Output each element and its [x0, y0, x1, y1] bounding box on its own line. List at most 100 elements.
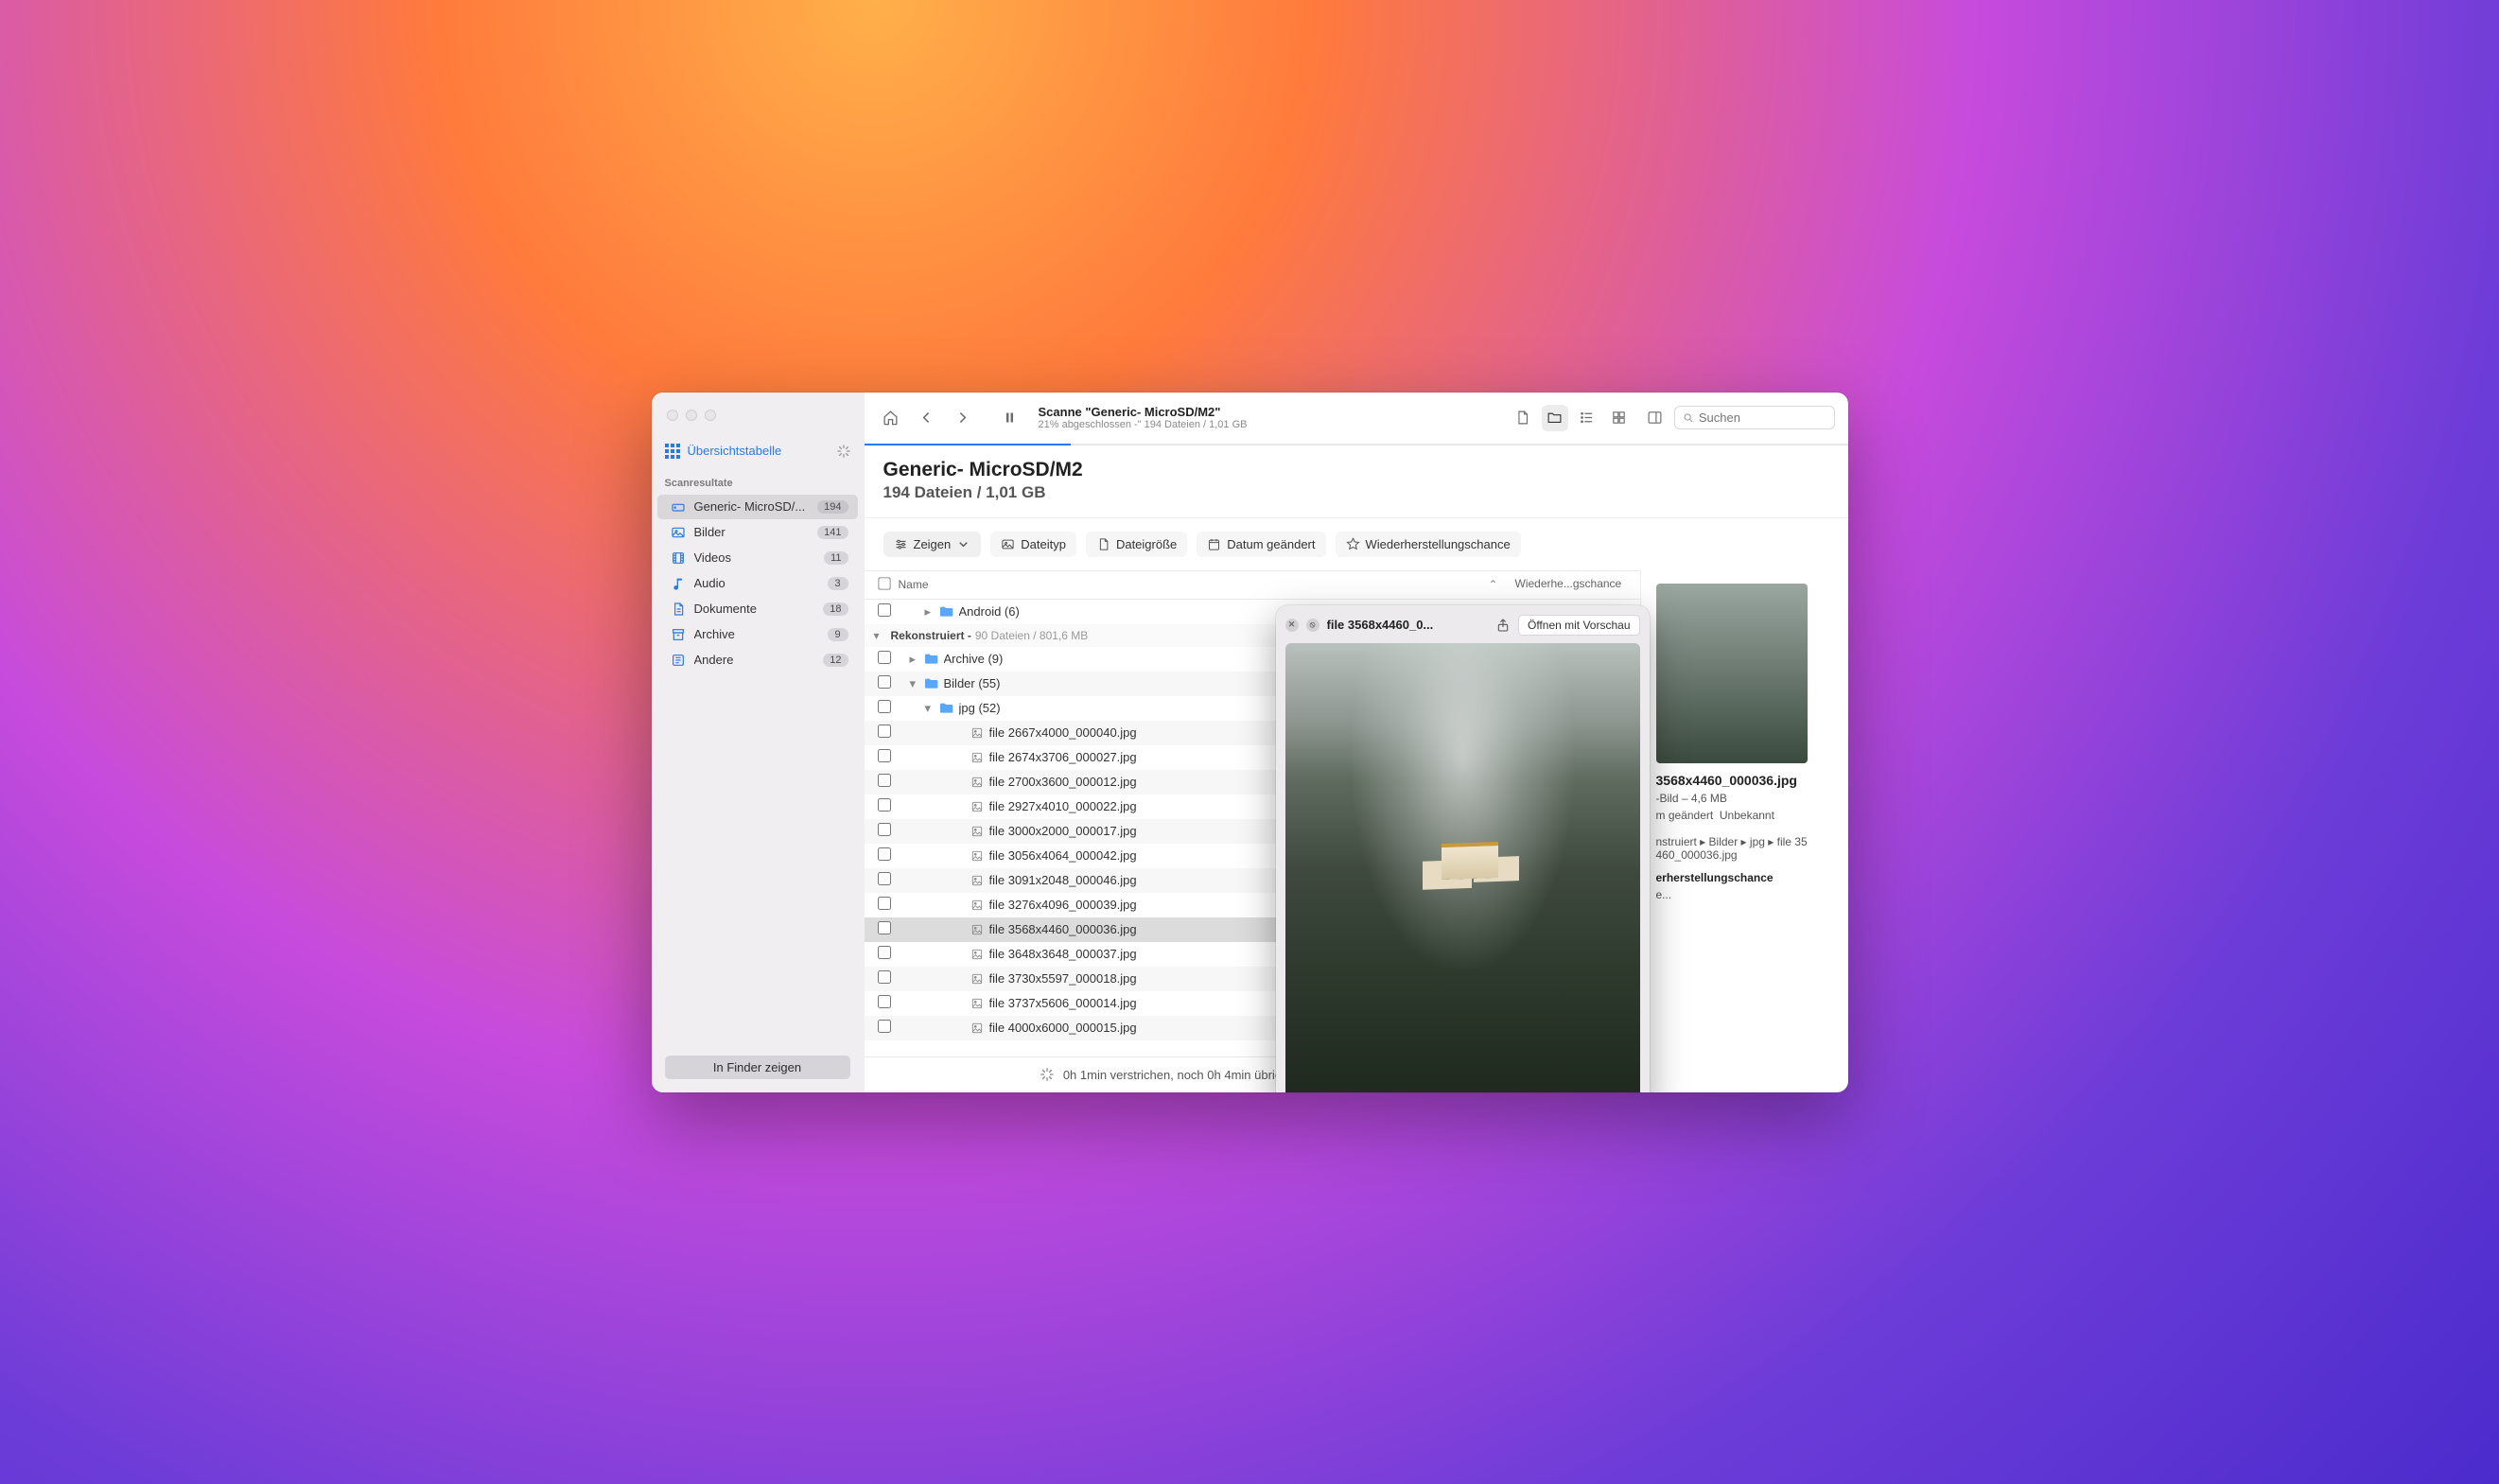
sidebar-item-film[interactable]: Videos11: [657, 546, 858, 570]
quicklook-popover[interactable]: ✕ ⦸ file 3568x4460_0... Öffnen mit Vorsc…: [1276, 605, 1650, 1092]
row-checkbox[interactable]: [878, 700, 891, 713]
star-icon: [1346, 537, 1360, 551]
row-checkbox[interactable]: [878, 823, 891, 836]
disclosure-open-icon[interactable]: ▾: [910, 676, 921, 691]
view-doc-button[interactable]: [1510, 405, 1536, 431]
popover-action-button[interactable]: ⦸: [1306, 619, 1319, 632]
disclosure-open-icon[interactable]: ▾: [925, 701, 936, 716]
filter-chance[interactable]: Wiederherstellungschance: [1336, 532, 1521, 557]
sidebar-item-archive[interactable]: Archive9: [657, 622, 858, 647]
image-file-icon: [970, 874, 984, 887]
row-checkbox[interactable]: [878, 995, 891, 1008]
row-checkbox[interactable]: [878, 603, 891, 617]
row-checkbox[interactable]: [878, 651, 891, 664]
open-with-preview-button[interactable]: Öffnen mit Vorschau: [1518, 615, 1640, 636]
row-checkbox[interactable]: [878, 847, 891, 861]
image-file-icon: [970, 948, 984, 961]
select-all-checkbox[interactable]: [878, 577, 890, 589]
filter-show[interactable]: Zeigen: [883, 532, 982, 557]
drive-icon: [671, 499, 686, 515]
overview-label: Übersichtstabelle: [688, 444, 782, 458]
minimize-window-button[interactable]: [686, 410, 697, 421]
app-window: Übersichtstabelle Scanresultate Generic-…: [652, 393, 1848, 1092]
search-field[interactable]: [1674, 406, 1835, 429]
row-checkbox[interactable]: [878, 946, 891, 959]
column-chance[interactable]: Wiederhe...gschance: [1508, 571, 1640, 599]
row-checkbox[interactable]: [878, 725, 891, 738]
filter-bar: Zeigen Dateityp Dateigröße Datum geänder…: [865, 518, 1848, 570]
sidebar-item-doc[interactable]: Dokumente18: [657, 597, 858, 621]
film-icon: [671, 550, 686, 566]
filter-date[interactable]: Datum geändert: [1197, 532, 1325, 557]
sidebar-item-other[interactable]: Andere 12: [657, 648, 858, 672]
image-file-icon: [970, 825, 984, 838]
show-in-finder-button[interactable]: In Finder zeigen: [665, 1056, 850, 1079]
view-list-button[interactable]: [1574, 405, 1600, 431]
view-folder-button[interactable]: [1542, 405, 1568, 431]
details-panel: 3568x4460_000036.jpg -Bild – 4,6 MB m ge…: [1640, 570, 1848, 1092]
share-icon[interactable]: [1495, 618, 1511, 633]
sidebar-item-drive[interactable]: Generic- MicroSD/...194: [657, 495, 858, 519]
disclosure-open-icon[interactable]: ▾: [874, 629, 885, 642]
doc-icon: [1096, 537, 1110, 551]
row-checkbox[interactable]: [878, 872, 891, 885]
overview-grid-icon: [665, 444, 680, 459]
sliders-icon: [894, 537, 908, 551]
toggle-details-button[interactable]: [1642, 405, 1669, 431]
spinner-icon: [837, 445, 850, 458]
details-thumbnail: [1656, 584, 1808, 763]
row-checkbox[interactable]: [878, 970, 891, 984]
search-input[interactable]: [1699, 410, 1826, 425]
progress-bar: [865, 444, 1848, 445]
row-checkbox[interactable]: [878, 749, 891, 762]
sidebar-item-label: Andere: [694, 653, 815, 667]
disclosure-closed-icon[interactable]: ▸: [925, 604, 936, 620]
search-icon: [1683, 411, 1694, 425]
sidebar-item-label: Archive: [694, 627, 819, 641]
sidebar-section-heading: Scanresultate: [652, 474, 864, 495]
doc-icon: [671, 602, 686, 617]
zoom-window-button[interactable]: [705, 410, 716, 421]
close-popover-button[interactable]: ✕: [1285, 619, 1299, 632]
window-controls: [667, 410, 716, 421]
count-badge: 12: [823, 654, 848, 667]
spinner-icon: [1040, 1068, 1054, 1081]
column-headers: Name⌃ Wiederhe...gschance: [865, 570, 1640, 600]
back-button[interactable]: [914, 405, 940, 431]
pause-button[interactable]: [997, 405, 1023, 431]
sidebar-item-music[interactable]: Audio3: [657, 571, 858, 596]
music-icon: [671, 576, 686, 591]
disclosure-closed-icon[interactable]: ▸: [910, 652, 921, 667]
count-badge: 11: [824, 551, 848, 565]
popover-image: [1285, 643, 1640, 1092]
toolbar-title: Scanne "Generic- MicroSD/M2" 21% abgesch…: [1039, 405, 1248, 430]
sidebar-item-picture[interactable]: Bilder 141: [657, 520, 858, 545]
home-button[interactable]: [878, 405, 904, 431]
picture-icon: [671, 525, 686, 540]
close-window-button[interactable]: [667, 410, 678, 421]
details-chance-header: erherstellungschance: [1656, 871, 1833, 884]
sidebar-item-label: Bilder: [694, 525, 810, 539]
popover-filename: file 3568x4460_0...: [1327, 618, 1488, 632]
sidebar-item-label: Audio: [694, 576, 819, 590]
forward-button[interactable]: [950, 405, 976, 431]
image-file-icon: [970, 776, 984, 789]
other-icon: [671, 653, 686, 668]
row-checkbox[interactable]: [878, 1020, 891, 1033]
row-checkbox[interactable]: [878, 798, 891, 812]
row-checkbox[interactable]: [878, 675, 891, 689]
filter-filetype[interactable]: Dateityp: [990, 532, 1076, 557]
row-checkbox[interactable]: [878, 921, 891, 934]
folder-icon: [938, 701, 953, 716]
view-grid-button[interactable]: [1606, 405, 1633, 431]
count-badge: 141: [817, 526, 848, 539]
folder-icon: [938, 604, 953, 620]
folder-icon: [923, 676, 938, 691]
row-checkbox[interactable]: [878, 774, 891, 787]
folder-icon: [923, 652, 938, 667]
filter-filesize[interactable]: Dateigröße: [1086, 532, 1187, 557]
archive-icon: [671, 627, 686, 642]
row-checkbox[interactable]: [878, 897, 891, 910]
column-name[interactable]: Name⌃: [899, 571, 1508, 599]
sidebar-overview[interactable]: Übersichtstabelle: [652, 436, 864, 474]
